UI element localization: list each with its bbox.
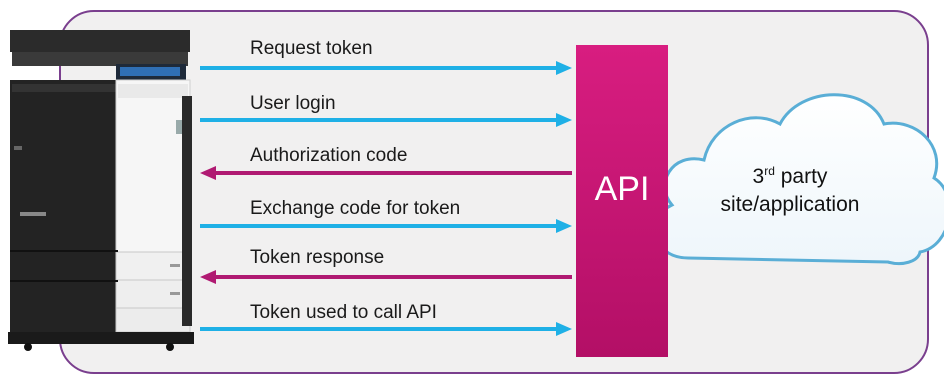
- cloud-label-number: 3: [752, 165, 765, 188]
- flow-label-token-call-api: Token used to call API: [250, 302, 437, 323]
- flow-label-exchange-code: Exchange code for token: [250, 198, 461, 219]
- flow-label-request-token: Request token: [250, 38, 373, 59]
- cloud-label-ordinal: rd: [764, 164, 775, 178]
- cloud-label: 3rd party site/application: [690, 157, 890, 219]
- flow-label-user-login: User login: [250, 93, 336, 114]
- flow-label-authorization-code: Authorization code: [250, 145, 408, 166]
- flow-label-token-response: Token response: [250, 247, 385, 268]
- api-label: API: [594, 170, 650, 208]
- cloud-label-site: site/application: [720, 193, 860, 216]
- cloud-label-party: party: [774, 165, 828, 188]
